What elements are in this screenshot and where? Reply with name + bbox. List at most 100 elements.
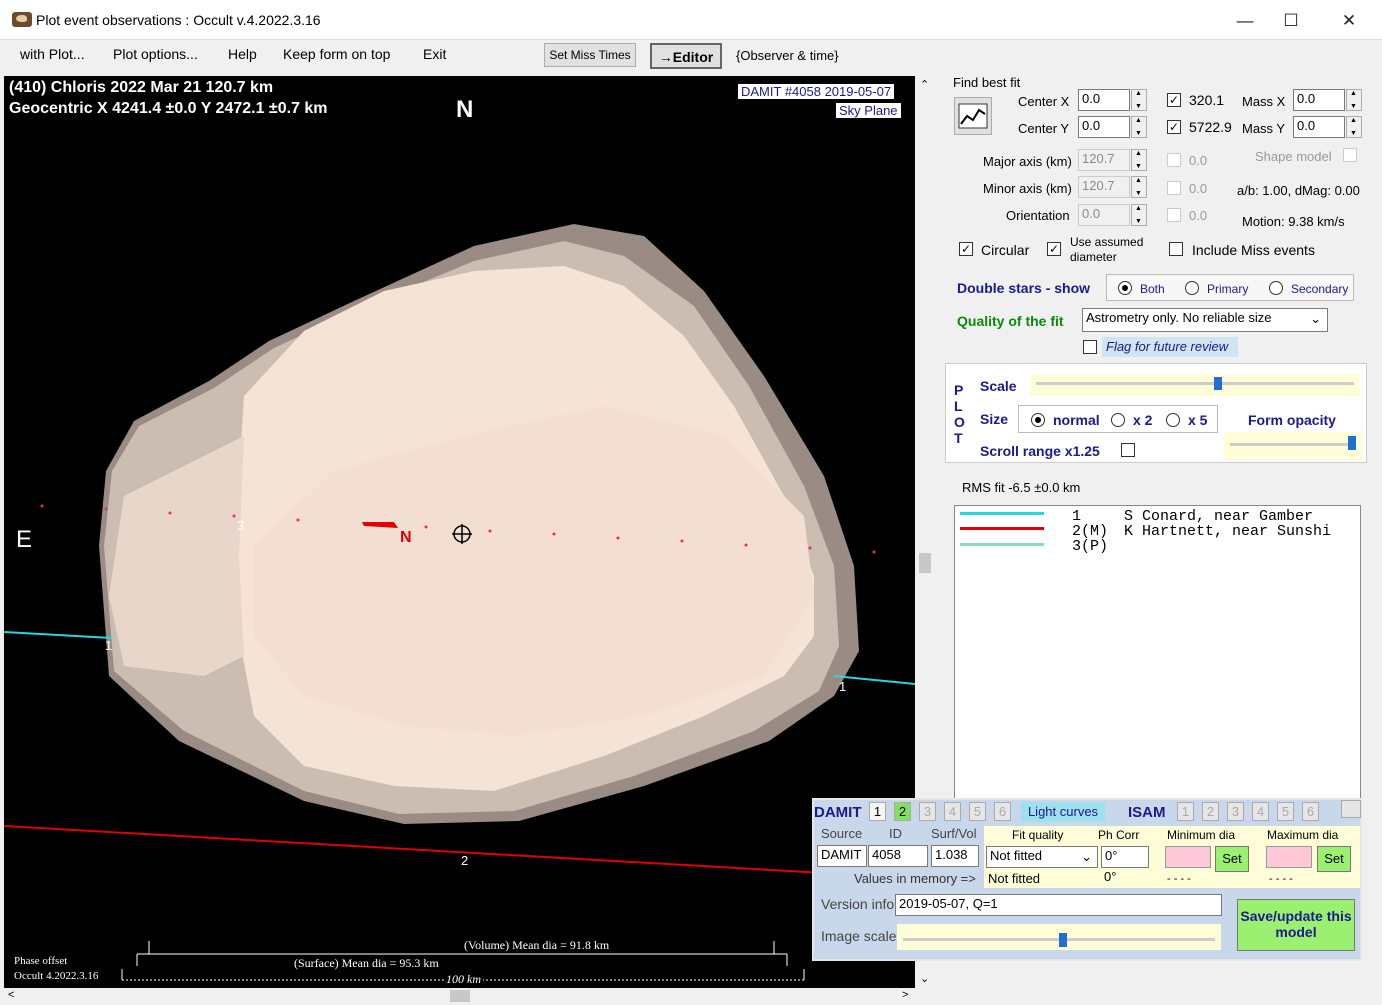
isam-model-4[interactable]: 4 (1252, 802, 1269, 821)
quality-select[interactable]: Astrometry only. No reliable size ⌄ (1082, 308, 1328, 332)
center-x-input[interactable]: 0.0 (1078, 89, 1130, 111)
max-dia-set-button[interactable]: Set (1317, 846, 1351, 872)
shape-model-checkbox[interactable] (1343, 148, 1357, 162)
size-x5-radio[interactable] (1166, 413, 1180, 427)
source-label: Source (821, 826, 863, 841)
isam-model-5[interactable]: 5 (1277, 802, 1294, 821)
scale-thumb[interactable] (1214, 377, 1222, 390)
mass-x-spinner[interactable] (1346, 89, 1362, 111)
close-icon[interactable]: ✕ (1326, 8, 1372, 34)
isam-model-6[interactable]: 6 (1302, 802, 1319, 821)
minor-zero: 0.0 (1189, 181, 1208, 196)
minimize-icon[interactable]: — (1222, 8, 1268, 34)
both-label: Both (1140, 282, 1165, 296)
orientation-label: Orientation (1006, 208, 1070, 223)
size-normal-label: normal (1053, 412, 1100, 428)
center-x-label: Center X (1018, 94, 1070, 109)
observer-time-label[interactable]: {Observer & time} (736, 48, 839, 63)
plot-area[interactable]: (410) Chloris 2022 Mar 21 120.7 km Geoce… (4, 76, 915, 988)
minor-axis-spinner[interactable] (1131, 176, 1147, 198)
scroll-up-icon[interactable]: ⌃ (920, 78, 929, 91)
major-axis-spinner[interactable] (1131, 149, 1147, 171)
minor-axis-input[interactable]: 120.7 (1078, 176, 1130, 198)
menu-with-plot[interactable]: with Plot... (20, 46, 85, 62)
orientation-spinner[interactable] (1131, 204, 1147, 226)
damit-model-1[interactable]: 1 (869, 802, 886, 821)
shape-model-label: Shape model (1255, 149, 1332, 164)
scroll-right-icon[interactable]: > (902, 989, 908, 1001)
hscroll-thumb[interactable] (450, 990, 470, 1002)
center-x-checkbox[interactable]: ✓ (1167, 93, 1181, 107)
vscroll-thumb[interactable] (919, 553, 931, 573)
center-y-checkbox[interactable]: ✓ (1167, 120, 1181, 134)
light-curves-button[interactable]: Light curves (1021, 802, 1105, 822)
occult-version-label: Occult 4.2022.3.16 (14, 970, 99, 982)
size-x5-label: x 5 (1188, 412, 1208, 428)
include-miss-checkbox[interactable] (1169, 242, 1183, 256)
isam-model-2[interactable]: 2 (1202, 802, 1219, 821)
fit-chart-icon[interactable] (954, 97, 992, 135)
scroll-range-checkbox[interactable] (1121, 443, 1135, 457)
scroll-left-icon[interactable]: < (8, 989, 14, 1001)
menu-exit[interactable]: Exit (423, 46, 446, 62)
min-dia-field[interactable] (1165, 846, 1211, 868)
orient-checkbox[interactable] (1167, 208, 1181, 222)
version-info-field[interactable]: 2019-05-07, Q=1 (895, 894, 1222, 916)
quality-value: Astrometry only. No reliable size (1086, 310, 1272, 325)
fit-quality-select[interactable]: Not fitted ⌄ (986, 846, 1098, 868)
damit-model-5[interactable]: 5 (969, 802, 986, 821)
quality-label: Quality of the fit (957, 313, 1064, 329)
mass-x-input[interactable]: 0.0 (1293, 89, 1345, 111)
opacity-thumb[interactable] (1348, 436, 1356, 450)
image-scale-thumb[interactable] (1059, 933, 1067, 947)
min-dia-set-button[interactable]: Set (1215, 846, 1249, 872)
major-axis-label: Major axis (km) (983, 154, 1072, 169)
menu-help[interactable]: Help (228, 46, 257, 62)
double-stars-label: Double stars - show (957, 280, 1091, 296)
both-radio[interactable] (1118, 281, 1132, 295)
center-y-input[interactable]: 0.0 (1078, 116, 1130, 138)
isam-model-1[interactable]: 1 (1177, 802, 1194, 821)
damit-model-3[interactable]: 3 (919, 802, 936, 821)
scale-label: 100 km (444, 972, 483, 987)
observer-line-3 (960, 543, 1044, 546)
major-axis-input[interactable]: 120.7 (1078, 149, 1130, 171)
panel-toggle-button[interactable] (1341, 800, 1361, 818)
chord-label-1b: 1 (839, 679, 847, 694)
flag-checkbox[interactable] (1083, 340, 1097, 354)
mass-y-input[interactable]: 0.0 (1293, 116, 1345, 138)
observers-list[interactable] (954, 505, 1361, 799)
center-y-spinner[interactable] (1131, 116, 1147, 138)
damit-model-6[interactable]: 6 (994, 802, 1011, 821)
use-assumed-checkbox[interactable]: ✓ (1047, 242, 1061, 256)
damit-model-2[interactable]: 2 (894, 802, 911, 821)
set-miss-times-button[interactable]: Set Miss Times (544, 43, 636, 67)
memory-ph-corr: 0° (1104, 869, 1117, 884)
isam-model-3[interactable]: 3 (1227, 802, 1244, 821)
damit-tag: DAMIT #4058 2019-05-07 (738, 84, 895, 99)
ph-corr-input[interactable]: 0° (1101, 846, 1149, 868)
damit-model-4[interactable]: 4 (944, 802, 961, 821)
menu-keep-on-top[interactable]: Keep form on top (283, 46, 390, 62)
size-normal-radio[interactable] (1031, 413, 1045, 427)
primary-radio[interactable] (1185, 281, 1199, 295)
save-model-button[interactable]: Save/update this model (1237, 899, 1355, 951)
secondary-radio[interactable] (1269, 281, 1283, 295)
image-scale-slider[interactable] (897, 924, 1221, 950)
center-x-spinner[interactable] (1131, 89, 1147, 111)
max-dia-field[interactable] (1266, 846, 1312, 868)
mass-y-spinner[interactable] (1346, 116, 1362, 138)
orientation-input[interactable]: 0.0 (1078, 204, 1130, 226)
scroll-down-icon[interactable]: ⌄ (920, 972, 929, 985)
east-label: E (16, 526, 33, 553)
opacity-slider[interactable] (1224, 432, 1362, 460)
editor-button[interactable]: →Editor (650, 43, 722, 69)
circular-checkbox[interactable]: ✓ (959, 242, 973, 256)
minor-checkbox[interactable] (1167, 181, 1181, 195)
menu-plot-options[interactable]: Plot options... (113, 46, 198, 62)
window-title: Plot event observations : Occult v.4.202… (36, 12, 321, 28)
scale-slider[interactable] (1030, 374, 1360, 396)
maximize-icon[interactable]: ☐ (1268, 8, 1314, 34)
size-x2-radio[interactable] (1111, 413, 1125, 427)
major-checkbox[interactable] (1167, 153, 1181, 167)
